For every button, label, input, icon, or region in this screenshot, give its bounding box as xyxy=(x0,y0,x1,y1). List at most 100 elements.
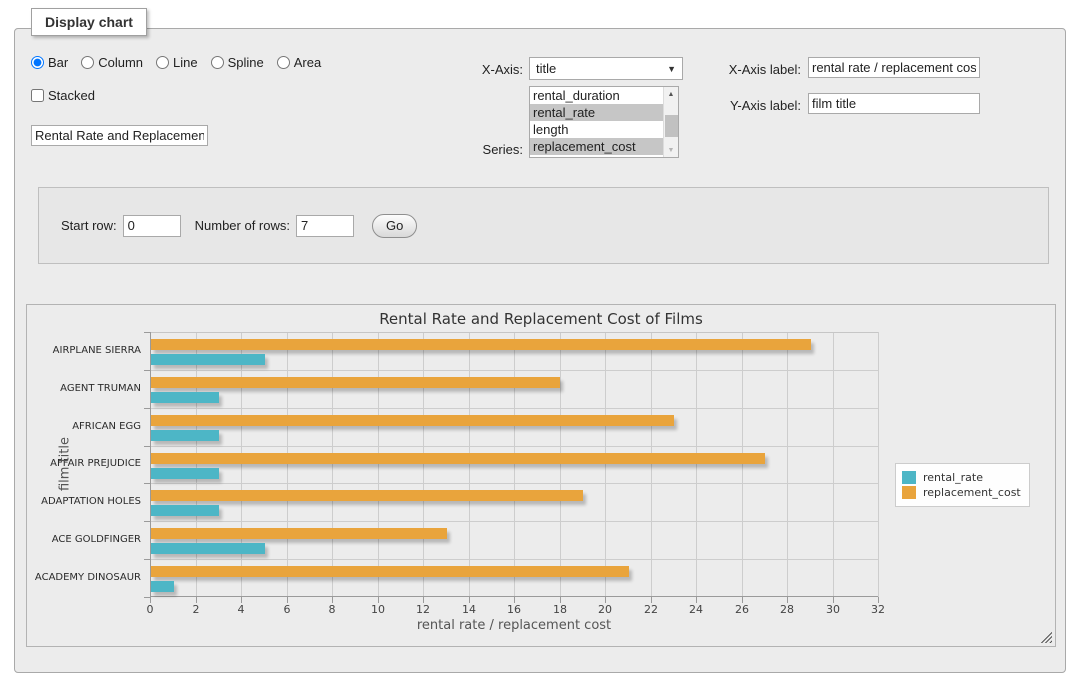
x-tick-label: 18 xyxy=(553,603,567,616)
category-label: ADAPTATION HOLES xyxy=(11,496,141,507)
x-tick-label: 24 xyxy=(689,603,703,616)
chart-type-option-area[interactable]: Area xyxy=(277,55,321,70)
gridline xyxy=(605,332,606,597)
chart-legend: rental_ratereplacement_cost xyxy=(895,463,1030,507)
gridline xyxy=(742,332,743,597)
row-range-panel: Start row: Number of rows: Go xyxy=(38,187,1049,264)
x-tick-label: 22 xyxy=(644,603,658,616)
x-axis-label-label: X-Axis label: xyxy=(655,62,801,77)
series-option-replacement-cost[interactable]: replacement_cost xyxy=(530,138,663,155)
gridline xyxy=(332,332,333,597)
x-tick-label: 28 xyxy=(780,603,794,616)
x-tick-label: 12 xyxy=(416,603,430,616)
stacked-label: Stacked xyxy=(48,88,95,103)
plot-top-border xyxy=(150,332,878,333)
x-tick-label: 8 xyxy=(329,603,336,616)
chart-type-label: Spline xyxy=(228,55,264,70)
bar-replacement_cost xyxy=(151,453,765,464)
scrollbar-thumb[interactable] xyxy=(665,115,678,137)
chart-type-radio-column[interactable] xyxy=(81,56,94,69)
x-tick-label: 14 xyxy=(462,603,476,616)
bar-rental_rate xyxy=(151,430,219,441)
y-axis-title: film title xyxy=(58,437,73,491)
number-of-rows-input[interactable] xyxy=(296,215,354,237)
series-option-rental-rate[interactable]: rental_rate xyxy=(530,104,663,121)
bar-replacement_cost xyxy=(151,566,629,577)
series-listbox[interactable]: rental_duration rental_rate length repla… xyxy=(529,86,679,158)
row-separator-line xyxy=(150,446,878,447)
x-axis-select-value: title xyxy=(536,61,667,76)
series-option-length[interactable]: length xyxy=(530,121,663,138)
chart-type-label: Column xyxy=(98,55,143,70)
scroll-down-icon[interactable]: ▼ xyxy=(664,143,678,157)
row-separator-line xyxy=(150,370,878,371)
legend-swatch-icon xyxy=(902,471,916,484)
bar-rental_rate xyxy=(151,468,219,479)
stacked-option[interactable]: Stacked xyxy=(31,88,95,103)
x-tick-label: 6 xyxy=(284,603,291,616)
chart-type-option-bar[interactable]: Bar xyxy=(31,55,68,70)
category-label: AGENT TRUMAN xyxy=(11,383,141,394)
bar-replacement_cost xyxy=(151,339,811,350)
gridline xyxy=(514,332,515,597)
category-label: AIRPLANE SIERRA xyxy=(11,345,141,356)
bar-replacement_cost xyxy=(151,490,583,501)
chart-type-radio-bar[interactable] xyxy=(31,56,44,69)
chart-type-radio-line[interactable] xyxy=(156,56,169,69)
gridline xyxy=(651,332,652,597)
x-tick-label: 32 xyxy=(871,603,885,616)
x-tick-label: 30 xyxy=(826,603,840,616)
start-row-input[interactable] xyxy=(123,215,181,237)
plot-area: 02468101214161820222426283032AIRPLANE SI… xyxy=(150,332,878,597)
resize-grip-icon[interactable] xyxy=(1040,631,1052,643)
x-tick-label: 0 xyxy=(147,603,154,616)
row-separator-line xyxy=(150,408,878,409)
series-option-rental-duration[interactable]: rental_duration xyxy=(530,87,663,104)
gridline xyxy=(878,332,879,597)
gridline xyxy=(696,332,697,597)
x-axis-label-input[interactable] xyxy=(808,57,980,78)
y-axis-line xyxy=(150,332,151,597)
bar-replacement_cost xyxy=(151,528,447,539)
display-chart-fieldset: Display chart Bar Column Line Spline Are… xyxy=(14,28,1066,673)
gridline xyxy=(560,332,561,597)
legend-item: rental_rate xyxy=(902,471,1021,484)
go-button[interactable]: Go xyxy=(372,214,417,238)
chart-type-option-column[interactable]: Column xyxy=(81,55,143,70)
row-separator-line xyxy=(150,559,878,560)
row-separator-line xyxy=(150,483,878,484)
chart-type-label: Bar xyxy=(48,55,68,70)
chart-container: Rental Rate and Replacement Cost of Film… xyxy=(26,304,1056,647)
gridline xyxy=(196,332,197,597)
legend-label: rental_rate xyxy=(923,471,983,484)
number-of-rows-label: Number of rows: xyxy=(195,218,290,233)
chart-type-option-spline[interactable]: Spline xyxy=(211,55,264,70)
chart-type-option-line[interactable]: Line xyxy=(156,55,198,70)
bar-rental_rate xyxy=(151,505,219,516)
stacked-checkbox[interactable] xyxy=(31,89,44,102)
panel-title: Display chart xyxy=(31,8,147,36)
gridline xyxy=(241,332,242,597)
x-tick-label: 2 xyxy=(193,603,200,616)
category-label: ACADEMY DINOSAUR xyxy=(11,572,141,583)
y-tick-mark xyxy=(144,597,150,598)
x-tick-label: 20 xyxy=(598,603,612,616)
bar-rental_rate xyxy=(151,354,265,365)
chart-type-label: Area xyxy=(294,55,321,70)
gridline xyxy=(833,332,834,597)
bar-rental_rate xyxy=(151,543,265,554)
y-axis-label-input[interactable] xyxy=(808,93,980,114)
category-label: AFFAIR PREJUDICE xyxy=(11,458,141,469)
gridline xyxy=(469,332,470,597)
row-separator-line xyxy=(150,521,878,522)
gridline xyxy=(423,332,424,597)
bar-replacement_cost xyxy=(151,377,560,388)
chart-type-label: Line xyxy=(173,55,198,70)
chart-type-radio-spline[interactable] xyxy=(211,56,224,69)
category-label: AFRICAN EGG xyxy=(11,421,141,432)
chart-title-input[interactable] xyxy=(31,125,208,146)
chart-type-radio-area[interactable] xyxy=(277,56,290,69)
category-label: ACE GOLDFINGER xyxy=(11,534,141,545)
x-tick-label: 16 xyxy=(507,603,521,616)
x-tick-label: 26 xyxy=(735,603,749,616)
